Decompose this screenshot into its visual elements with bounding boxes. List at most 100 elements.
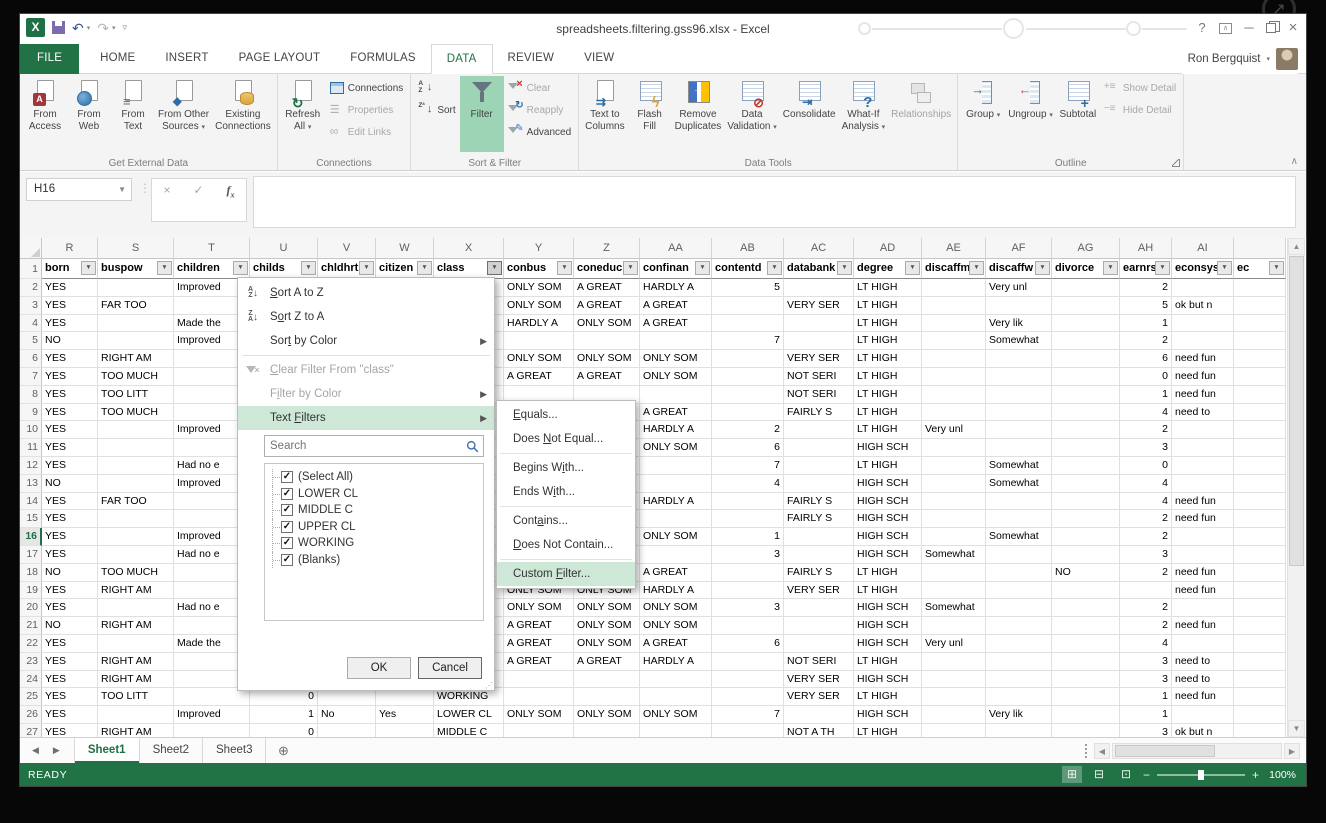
cell-Y23[interactable]: A GREAT bbox=[504, 653, 574, 671]
cell-AD25[interactable]: LT HIGH bbox=[854, 688, 922, 706]
cell-AE8[interactable] bbox=[922, 386, 986, 404]
column-header-T[interactable]: T bbox=[174, 238, 250, 259]
ribbon-button-connections[interactable]: Connections bbox=[325, 80, 408, 96]
cell-S24[interactable]: RIGHT AM bbox=[98, 671, 174, 689]
menu-item-sort-a-to-z[interactable]: AZ↓Sort A to Z bbox=[238, 281, 494, 305]
cell-S10[interactable] bbox=[98, 421, 174, 439]
filter-dropdown-button-coneduc[interactable]: ▼ bbox=[623, 261, 638, 275]
cell-AA16[interactable]: ONLY SOM bbox=[640, 528, 712, 546]
cell-AG12[interactable] bbox=[1052, 457, 1120, 475]
cell-AB26[interactable]: 7 bbox=[712, 706, 784, 724]
cell-AI27[interactable]: ok but n bbox=[1172, 724, 1234, 737]
cell-AF6[interactable] bbox=[986, 350, 1052, 368]
cell-AD5[interactable]: LT HIGH bbox=[854, 332, 922, 350]
cell-Z3[interactable]: A GREAT bbox=[574, 297, 640, 315]
cell-AF20[interactable] bbox=[986, 599, 1052, 617]
cell-AG25[interactable] bbox=[1052, 688, 1120, 706]
menu-item-text-filters[interactable]: Text Filters▶ bbox=[238, 406, 494, 430]
filter-value-select-all[interactable]: ✓(Select All) bbox=[267, 469, 481, 486]
ribbon-tab-formulas[interactable]: FORMULAS bbox=[335, 44, 431, 74]
cell-AH27[interactable]: 3 bbox=[1120, 724, 1172, 737]
cell-AE17[interactable]: Somewhat bbox=[922, 546, 986, 564]
cell-AB11[interactable]: 6 bbox=[712, 439, 784, 457]
cell-AB25[interactable] bbox=[712, 688, 784, 706]
cell-Y7[interactable]: A GREAT bbox=[504, 368, 574, 386]
row-header-5[interactable]: 5 bbox=[20, 332, 42, 350]
cell-AA5[interactable] bbox=[640, 332, 712, 350]
cell-R18[interactable]: NO bbox=[42, 564, 98, 582]
ribbon-tab-data[interactable]: DATA bbox=[431, 44, 493, 74]
column-header-V[interactable]: V bbox=[318, 238, 376, 259]
undo-dropdown-arrow-icon[interactable]: ▾ bbox=[87, 24, 91, 32]
cell-AB18[interactable] bbox=[712, 564, 784, 582]
cell-AH10[interactable]: 2 bbox=[1120, 421, 1172, 439]
cell-AA22[interactable]: A GREAT bbox=[640, 635, 712, 653]
cell-AA19[interactable]: HARDLY A bbox=[640, 582, 712, 600]
column-header-partial[interactable] bbox=[1234, 238, 1286, 259]
cell-S19[interactable]: RIGHT AM bbox=[98, 582, 174, 600]
cell-Z23[interactable]: A GREAT bbox=[574, 653, 640, 671]
row-header-21[interactable]: 21 bbox=[20, 617, 42, 635]
cell-AI13[interactable] bbox=[1172, 475, 1234, 493]
cell-AC25[interactable]: VERY SER bbox=[784, 688, 854, 706]
cell-AC12[interactable] bbox=[784, 457, 854, 475]
cell-AB12[interactable]: 7 bbox=[712, 457, 784, 475]
row-header-17[interactable]: 17 bbox=[20, 546, 42, 564]
filter-search-input[interactable] bbox=[265, 440, 466, 452]
column-header-X[interactable]: X bbox=[434, 238, 504, 259]
cell-AF13[interactable]: Somewhat bbox=[986, 475, 1052, 493]
cell-AA12[interactable] bbox=[640, 457, 712, 475]
cell-AE13[interactable] bbox=[922, 475, 986, 493]
cell-AA18[interactable]: A GREAT bbox=[640, 564, 712, 582]
cell-R15[interactable]: YES bbox=[42, 510, 98, 528]
cell-AI14[interactable]: need fun bbox=[1172, 493, 1234, 511]
cell-AF11[interactable] bbox=[986, 439, 1052, 457]
cell-AH16[interactable]: 2 bbox=[1120, 528, 1172, 546]
cell-S4[interactable] bbox=[98, 315, 174, 333]
formula-input[interactable] bbox=[254, 177, 1295, 227]
cell-Z27[interactable] bbox=[574, 724, 640, 737]
cell-AJ4[interactable] bbox=[1234, 315, 1286, 333]
filter-value-upper-cl[interactable]: ✓UPPER CL bbox=[267, 519, 481, 536]
ribbon-tab-insert[interactable]: INSERT bbox=[150, 44, 223, 74]
filter-dropdown-button-databank[interactable]: ▼ bbox=[837, 261, 852, 275]
cell-AJ20[interactable] bbox=[1234, 599, 1286, 617]
column-header-AE[interactable]: AE bbox=[922, 238, 986, 259]
cell-AI21[interactable]: need fun bbox=[1172, 617, 1234, 635]
cell-AE4[interactable] bbox=[922, 315, 986, 333]
cell-S25[interactable]: TOO LITT bbox=[98, 688, 174, 706]
cell-AD26[interactable]: HIGH SCH bbox=[854, 706, 922, 724]
resize-grip-icon[interactable]: ⋰ bbox=[485, 681, 493, 690]
cell-Y21[interactable]: A GREAT bbox=[504, 617, 574, 635]
cell-AG18[interactable]: NO bbox=[1052, 564, 1120, 582]
cell-AC9[interactable]: FAIRLY S bbox=[784, 404, 854, 422]
cell-AE6[interactable] bbox=[922, 350, 986, 368]
cell-AH26[interactable]: 1 bbox=[1120, 706, 1172, 724]
cell-AE22[interactable]: Very unl bbox=[922, 635, 986, 653]
cell-Y4[interactable]: HARDLY A bbox=[504, 315, 574, 333]
cell-AF26[interactable]: Very lik bbox=[986, 706, 1052, 724]
cell-AB23[interactable] bbox=[712, 653, 784, 671]
cell-AB7[interactable] bbox=[712, 368, 784, 386]
cell-AC26[interactable] bbox=[784, 706, 854, 724]
cell-AH8[interactable]: 1 bbox=[1120, 386, 1172, 404]
cell-AF16[interactable]: Somewhat bbox=[986, 528, 1052, 546]
filter-dropdown-button-divorce[interactable]: ▼ bbox=[1103, 261, 1118, 275]
cell-AE12[interactable] bbox=[922, 457, 986, 475]
cell-AF12[interactable]: Somewhat bbox=[986, 457, 1052, 475]
filter-dropdown-button-childs[interactable]: ▼ bbox=[301, 261, 316, 275]
ribbon-button-group[interactable]: Group ▾ bbox=[961, 76, 1005, 152]
cell-AA4[interactable]: A GREAT bbox=[640, 315, 712, 333]
cell-U26[interactable]: 1 bbox=[250, 706, 318, 724]
cell-R22[interactable]: YES bbox=[42, 635, 98, 653]
ribbon-tab-page-layout[interactable]: PAGE LAYOUT bbox=[224, 44, 336, 74]
cell-AB6[interactable] bbox=[712, 350, 784, 368]
cell-AB22[interactable]: 6 bbox=[712, 635, 784, 653]
cell-AG9[interactable] bbox=[1052, 404, 1120, 422]
cell-AA20[interactable]: ONLY SOM bbox=[640, 599, 712, 617]
restore-button[interactable] bbox=[1266, 23, 1276, 33]
cell-AF23[interactable] bbox=[986, 653, 1052, 671]
close-button[interactable]: × bbox=[1286, 18, 1300, 38]
cancel-button[interactable]: Cancel bbox=[418, 657, 482, 679]
cell-AG21[interactable] bbox=[1052, 617, 1120, 635]
